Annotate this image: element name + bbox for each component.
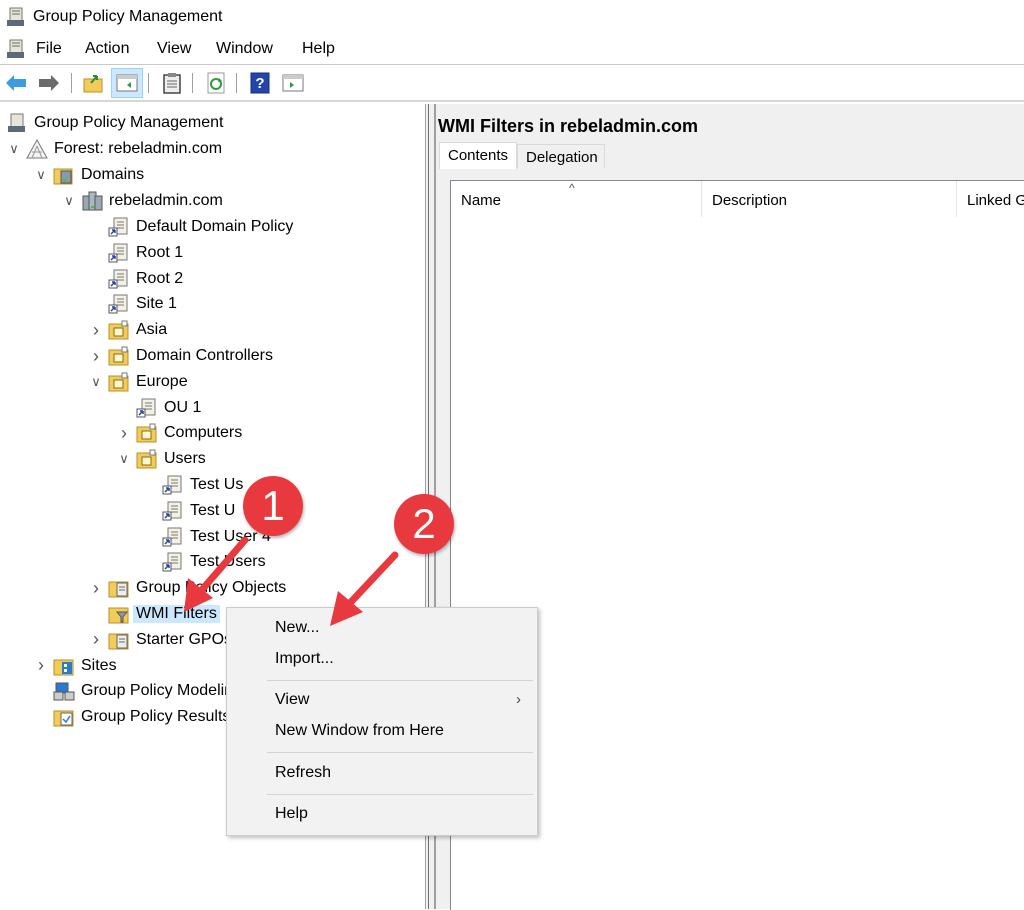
annotation-arrows xyxy=(184,536,399,626)
annotation-badge-2: 2 xyxy=(394,494,454,554)
annotation-arrow-1 xyxy=(184,536,249,612)
annotation-badge-1: 1 xyxy=(243,476,303,536)
annotation-arrow-2 xyxy=(330,551,399,626)
